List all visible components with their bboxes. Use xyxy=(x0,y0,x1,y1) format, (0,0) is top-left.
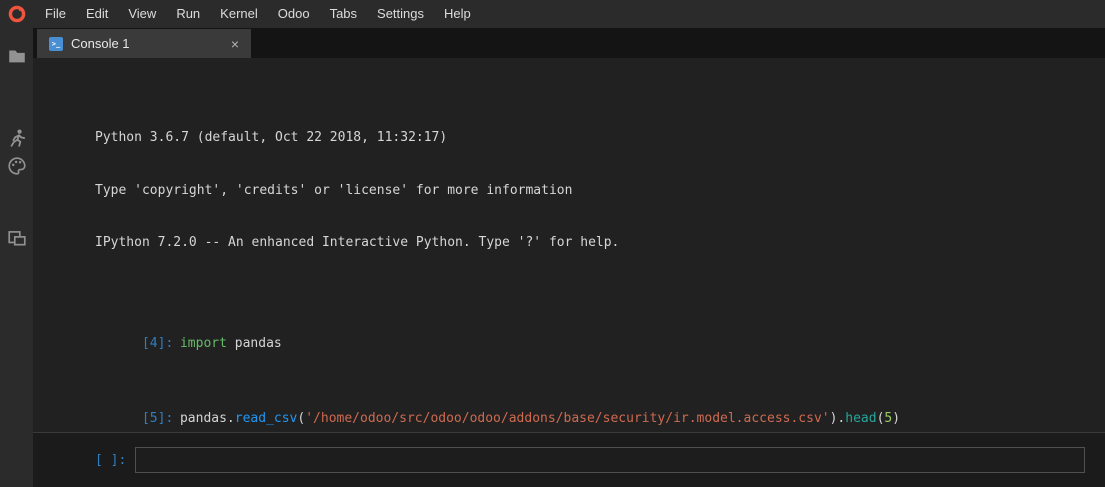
tab-console-1[interactable]: >_ Console 1 × xyxy=(37,29,251,58)
menu-kernel[interactable]: Kernel xyxy=(210,0,268,28)
odoo-logo-icon xyxy=(7,4,27,24)
command-palette-icon[interactable] xyxy=(7,156,27,176)
banner-line: Python 3.6.7 (default, Oct 22 2018, 11:3… xyxy=(95,129,1105,147)
close-icon[interactable]: × xyxy=(229,35,241,53)
console-panel: Python 3.6.7 (default, Oct 22 2018, 11:3… xyxy=(33,58,1105,487)
tab-label: Console 1 xyxy=(71,36,229,51)
console-cell: [5]:pandas.read_csv('/home/odoo/src/odoo… xyxy=(95,392,1105,432)
menu-run[interactable]: Run xyxy=(166,0,210,28)
menu-tabs[interactable]: Tabs xyxy=(320,0,367,28)
menu-settings[interactable]: Settings xyxy=(367,0,434,28)
open-tabs-icon[interactable] xyxy=(7,228,27,248)
console-input[interactable] xyxy=(135,447,1085,473)
code-line: import pandas xyxy=(180,336,282,351)
menu-edit[interactable]: Edit xyxy=(76,0,118,28)
console-history: Python 3.6.7 (default, Oct 22 2018, 11:3… xyxy=(33,58,1105,432)
console-banner: Python 3.6.7 (default, Oct 22 2018, 11:3… xyxy=(95,94,1105,287)
next-input-prompt: [ ]: xyxy=(95,453,133,468)
file-browser-icon[interactable] xyxy=(7,46,27,66)
left-sidebar xyxy=(0,28,33,487)
menubar: File Edit View Run Kernel Odoo Tabs Sett… xyxy=(0,0,1105,28)
console-icon: >_ xyxy=(49,37,63,51)
banner-line: Type 'copyright', 'credits' or 'license'… xyxy=(95,182,1105,200)
banner-line: IPython 7.2.0 -- An enhanced Interactive… xyxy=(95,234,1105,252)
running-sessions-icon[interactable] xyxy=(7,128,27,148)
menu-view[interactable]: View xyxy=(118,0,166,28)
menu-help[interactable]: Help xyxy=(434,0,481,28)
tab-bar: >_ Console 1 × xyxy=(33,28,1105,58)
input-prompt: [4]: xyxy=(142,335,180,353)
menu-file[interactable]: File xyxy=(35,0,76,28)
console-input-area: [ ]: xyxy=(33,432,1105,487)
input-prompt: [5]: xyxy=(142,410,180,428)
console-cell: [4]:import pandas xyxy=(95,318,1105,371)
menu-odoo[interactable]: Odoo xyxy=(268,0,320,28)
code-line: pandas.read_csv('/home/odoo/src/odoo/odo… xyxy=(180,411,900,426)
